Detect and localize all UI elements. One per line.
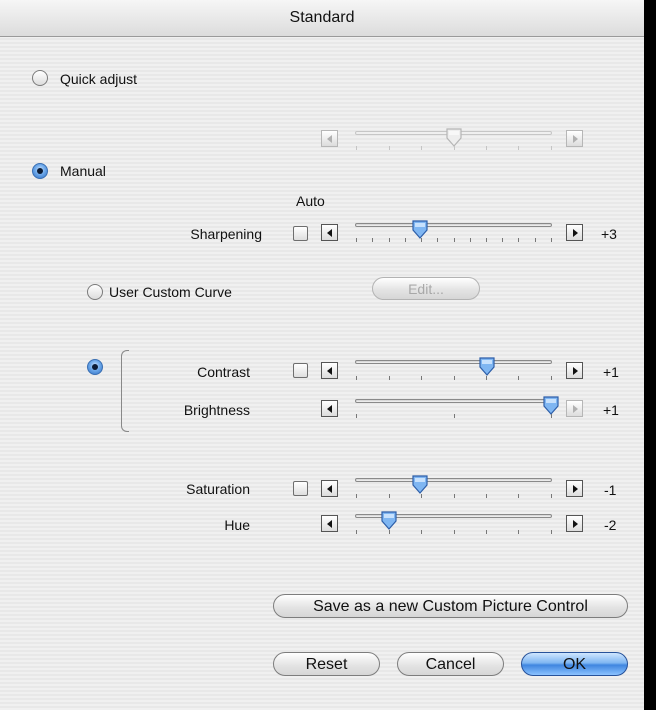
slider-tick (518, 376, 519, 380)
sharpening-value: +3 (601, 226, 617, 242)
brightness-decrease-button[interactable] (321, 400, 338, 417)
reset-button[interactable]: Reset (273, 652, 380, 676)
slider-tick (486, 530, 487, 534)
edit-curve-button[interactable]: Edit... (372, 277, 480, 300)
slider-tick (421, 376, 422, 380)
slider-tick (518, 494, 519, 498)
slider-tick (486, 376, 487, 380)
slider-tick (454, 376, 455, 380)
slider-tick (389, 376, 390, 380)
hue-slider-thumb[interactable] (379, 510, 399, 532)
slider-tick (470, 238, 471, 242)
quick-adjust-decrease-button[interactable] (321, 130, 338, 147)
slider-tick (454, 494, 455, 498)
brightness-slider-track[interactable] (355, 399, 552, 403)
slider-tick (437, 238, 438, 242)
brightness-value: +1 (603, 402, 619, 418)
quick-adjust-increase-button[interactable] (566, 130, 583, 147)
saturation-increase-button[interactable] (566, 480, 583, 497)
contrast-increase-button[interactable] (566, 362, 583, 379)
contrast-decrease-button[interactable] (321, 362, 338, 379)
saturation-decrease-button[interactable] (321, 480, 338, 497)
slider-tick (551, 414, 552, 418)
saturation-auto-checkbox[interactable] (293, 481, 308, 496)
contrast-slider-track[interactable] (355, 360, 552, 364)
sharpening-decrease-button[interactable] (321, 224, 338, 241)
slider-tick (551, 376, 552, 380)
slider-tick (518, 238, 519, 242)
slider-tick (518, 146, 519, 150)
slider-tick (389, 530, 390, 534)
slider-tick (454, 530, 455, 534)
user-custom-curve-radio[interactable] (87, 284, 103, 300)
quick-adjust-label: Quick adjust (60, 71, 138, 87)
slider-tick (454, 414, 455, 418)
slider-tick (454, 146, 455, 150)
slider-tick (551, 494, 552, 498)
slider-tick (486, 238, 487, 242)
hue-decrease-button[interactable] (321, 515, 338, 532)
slider-tick (389, 146, 390, 150)
user-custom-curve-label: User Custom Curve (109, 284, 232, 300)
slider-tick (486, 494, 487, 498)
sharpening-auto-checkbox[interactable] (293, 226, 308, 241)
slider-tick (356, 146, 357, 150)
contrast-slider-thumb[interactable] (477, 356, 497, 378)
slider-tick (551, 530, 552, 534)
auto-label: Auto (296, 193, 325, 209)
saturation-slider-track[interactable] (355, 478, 552, 482)
contrast-value: +1 (603, 364, 619, 380)
slider-tick (356, 414, 357, 418)
contrast-auto-checkbox[interactable] (293, 363, 308, 378)
standard-dialog: Standard Quick adjust Manual Auto Sharpe… (0, 0, 644, 710)
sharpening-slider-track[interactable] (355, 223, 552, 227)
slider-tick (551, 238, 552, 242)
manual-label: Manual (60, 163, 106, 179)
slider-tick (502, 238, 503, 242)
slider-tick (454, 238, 455, 242)
hue-label: Hue (224, 517, 250, 533)
slider-tick (356, 238, 357, 242)
slider-tick (486, 146, 487, 150)
slider-tick (518, 530, 519, 534)
slider-tick (356, 530, 357, 534)
sharpening-slider-thumb[interactable] (410, 219, 430, 241)
saturation-label: Saturation (186, 481, 250, 497)
sharpening-increase-button[interactable] (566, 224, 583, 241)
manual-tone-radio[interactable] (87, 359, 103, 375)
slider-tick (372, 238, 373, 242)
slider-tick (421, 494, 422, 498)
slider-tick (421, 238, 422, 242)
cancel-button[interactable]: Cancel (397, 652, 504, 676)
brightness-increase-button[interactable] (566, 400, 583, 417)
slider-tick (421, 146, 422, 150)
saturation-slider-thumb[interactable] (410, 474, 430, 496)
saturation-value: -1 (604, 482, 617, 498)
brightness-label: Brightness (183, 402, 250, 418)
slider-tick (389, 238, 390, 242)
slider-tick (535, 238, 536, 242)
quick-adjust-radio[interactable] (32, 70, 48, 86)
ok-button[interactable]: OK (521, 652, 628, 676)
hue-increase-button[interactable] (566, 515, 583, 532)
manual-radio[interactable] (32, 163, 48, 179)
window-title: Standard (0, 0, 644, 37)
slider-tick (356, 494, 357, 498)
slider-tick (356, 376, 357, 380)
sharpening-label: Sharpening (190, 226, 262, 242)
contrast-brightness-bracket (121, 350, 129, 432)
slider-tick (405, 238, 406, 242)
contrast-label: Contrast (197, 364, 250, 380)
save-as-new-custom-picture-control-button[interactable]: Save as a new Custom Picture Control (273, 594, 628, 618)
hue-value: -2 (604, 517, 617, 533)
slider-tick (389, 494, 390, 498)
slider-tick (551, 146, 552, 150)
slider-tick (421, 530, 422, 534)
